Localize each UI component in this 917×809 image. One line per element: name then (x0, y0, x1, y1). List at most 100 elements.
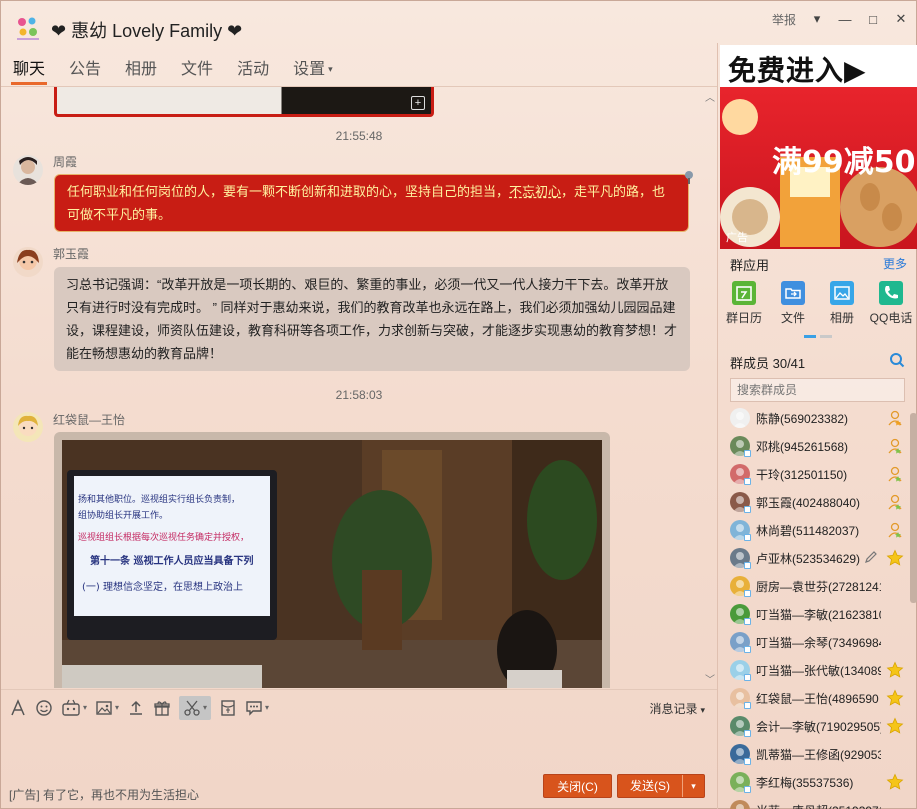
page-dot[interactable] (820, 335, 832, 338)
menu-icon[interactable]: ▾ (810, 11, 824, 26)
mobile-status-icon (744, 562, 751, 569)
member-row[interactable]: 叮当猫—余琴(734969849) (730, 629, 910, 657)
app-files[interactable]: 文件 (769, 279, 817, 326)
tab-bar: 聊天 公告 相册 文件 活动 设置 ▾ (1, 51, 345, 85)
member-row[interactable]: 叮当猫—张代敏(1340891 (730, 657, 910, 685)
message-bubble[interactable]: 习总书记强调：“改革开放是一项长期的、艰巨的、繁重的事业，必须一代又一代人接力干… (54, 267, 690, 371)
tab-label: 活动 (237, 61, 270, 78)
gift-icon[interactable] (153, 696, 171, 720)
more-apps-link[interactable]: 更多 (883, 255, 907, 272)
scrollbar[interactable] (910, 413, 917, 603)
member-row[interactable]: 邓桃(945261568) (730, 433, 910, 461)
message-text: 任何职业和任何岗位的人，要有一颗不断创新和进取的心，坚持自己的担当， (67, 184, 510, 199)
tab-label: 相册 (125, 61, 158, 78)
members-title: 群成员 30/41 (730, 356, 806, 371)
member-row[interactable]: 卢亚林(523534629) (730, 545, 910, 573)
avatar[interactable] (13, 247, 43, 277)
member-name: 陈静(569023382) (756, 412, 849, 426)
tab-activity[interactable]: 活动 (225, 51, 281, 85)
ad-banner[interactable]: 免费进入▶ 满99减50 广告 (720, 45, 917, 249)
member-search-input[interactable] (730, 378, 905, 402)
scroll-up-icon[interactable]: ︿ (705, 89, 715, 104)
chevron-down-icon[interactable]: ▾ (265, 703, 269, 712)
member-row[interactable]: 干玲(312501150) (730, 461, 910, 489)
avatar[interactable] (13, 412, 43, 442)
input-toolbar: ▾ ▾ ▾ ▾ 消息记录 ▾ (1, 689, 717, 725)
avatar[interactable] (13, 155, 43, 185)
page-dot[interactable] (804, 335, 816, 338)
member-row[interactable]: 会计—李敏(719029505) (730, 713, 910, 741)
send-button[interactable]: 发送(S) ▾ (617, 774, 705, 798)
mobile-status-icon (744, 674, 751, 681)
chevron-down-icon[interactable]: ▾ (203, 703, 207, 712)
member-row[interactable]: 林尚碧(511482037) (730, 517, 910, 545)
maximize-icon[interactable]: □ (866, 12, 880, 27)
tab-files[interactable]: 文件 (169, 51, 225, 85)
history-label: 消息记录 (649, 702, 698, 716)
tab-notice[interactable]: 公告 (57, 51, 113, 85)
member-row[interactable]: 李红梅(35537536) (730, 769, 910, 797)
search-icon[interactable] (889, 352, 905, 368)
send-label: 发送(S) (630, 779, 670, 793)
member-name: 红袋鼠—王怡(4896590 (756, 692, 879, 706)
app-qq-call[interactable]: QQ电话 (867, 279, 915, 326)
app-label: 文件 (780, 311, 805, 325)
message-history-button[interactable]: 消息记录 ▾ (649, 700, 705, 717)
more-tools-icon[interactable]: ▾ (245, 696, 269, 720)
tab-album[interactable]: 相册 (113, 51, 169, 85)
expand-icon[interactable]: + (411, 96, 425, 110)
chevron-down-icon[interactable]: ▾ (115, 703, 119, 712)
message-bubble[interactable]: 任何职业和任何岗位的人，要有一颗不断创新和进取的心，坚持自己的担当，不忘初心，走… (54, 174, 689, 232)
image-message[interactable]: 扬和其他职位。巡视组实行组长负责制， 组协助组长开展工作。 巡视组组长根据每次巡… (54, 432, 610, 688)
app-label: 相册 (829, 311, 854, 325)
report-link[interactable]: 举报 (772, 11, 796, 28)
window-title: ❤ 惠幼 Lovely Family ❤ (51, 21, 243, 41)
member-name: 叮当猫—李敏(2162381078) (756, 608, 881, 622)
tab-settings[interactable]: 设置 ▾ (281, 51, 345, 85)
red-packet-icon[interactable] (219, 696, 237, 720)
font-icon[interactable] (9, 696, 27, 720)
phone-icon (879, 281, 903, 305)
minimize-icon[interactable]: — (838, 12, 852, 27)
keyword-link[interactable]: 不忘初心 (509, 184, 561, 199)
member-list[interactable]: 陈静(569023382) 邓桃(945261568) 干玲(312501150) 郭… (718, 405, 910, 809)
tab-label: 文件 (181, 61, 214, 78)
vip-emoji-icon[interactable]: ▾ (61, 696, 87, 720)
app-label: 群日历 (725, 311, 762, 325)
member-row[interactable]: 米菲—唐丹超(25193971 (730, 797, 910, 809)
image-message[interactable]: + (54, 87, 434, 117)
message-timestamp: 21:55:48 (335, 129, 383, 143)
bottom-ad-text[interactable]: [广告] 有了它，再也不用为生活担心 (9, 786, 199, 803)
member-row[interactable]: 凯蒂猫—王修函(929053668) (730, 741, 910, 769)
star-icon (886, 661, 904, 679)
message-text: 习总书记强调：“改革开放是一项长期的、艰巨的、繁重的事业，必须一代又一代人接力干… (66, 277, 678, 361)
member-row[interactable]: 厨房—袁世芬(272812416) (730, 573, 910, 601)
member-name: 叮当猫—余琴(734969849) (756, 636, 881, 650)
member-row[interactable]: 红袋鼠—王怡(4896590 (730, 685, 910, 713)
close-button[interactable]: 关闭(C) (543, 774, 612, 798)
chevron-down-icon[interactable]: ▾ (83, 703, 87, 712)
tv-text-line: 第十一条 巡视工作人员应当具备下列 (90, 554, 253, 567)
image-icon[interactable]: ▾ (95, 696, 119, 720)
mobile-status-icon (744, 730, 751, 737)
scroll-down-icon[interactable]: ﹀ (705, 671, 715, 686)
star-icon (886, 549, 904, 567)
mobile-status-icon (744, 646, 751, 653)
close-icon[interactable]: ✕ (894, 11, 908, 26)
member-name: 叮当猫—张代敏(1340891 (756, 664, 881, 678)
member-row[interactable]: 郭玉霞(402488040) (730, 489, 910, 517)
member-name: 郭玉霞(402488040) (756, 496, 861, 510)
app-calendar[interactable]: 群日历 (720, 279, 768, 326)
emoji-icon[interactable] (35, 696, 53, 720)
tab-chat[interactable]: 聊天 (1, 51, 57, 85)
upload-icon[interactable] (127, 696, 145, 720)
edit-icon[interactable] (864, 550, 878, 567)
app-album[interactable]: 相册 (818, 279, 866, 326)
sender-name: 红袋鼠—王怡 (53, 413, 126, 427)
member-row[interactable]: 陈静(569023382) (730, 405, 910, 433)
message-list[interactable]: + ︿ 21:55:48 周霞 任何职业和任何岗位的人，要有一颗不断创新和进取的… (1, 86, 717, 688)
photo-content: 扬和其他职位。巡视组实行组长负责制， 组协助组长开展工作。 巡视组组长根据每次巡… (62, 440, 602, 688)
chevron-down-icon[interactable]: ▾ (682, 775, 704, 797)
screenshot-icon[interactable]: ▾ (179, 695, 212, 720)
member-row[interactable]: 叮当猫—李敏(2162381078) (730, 601, 910, 629)
